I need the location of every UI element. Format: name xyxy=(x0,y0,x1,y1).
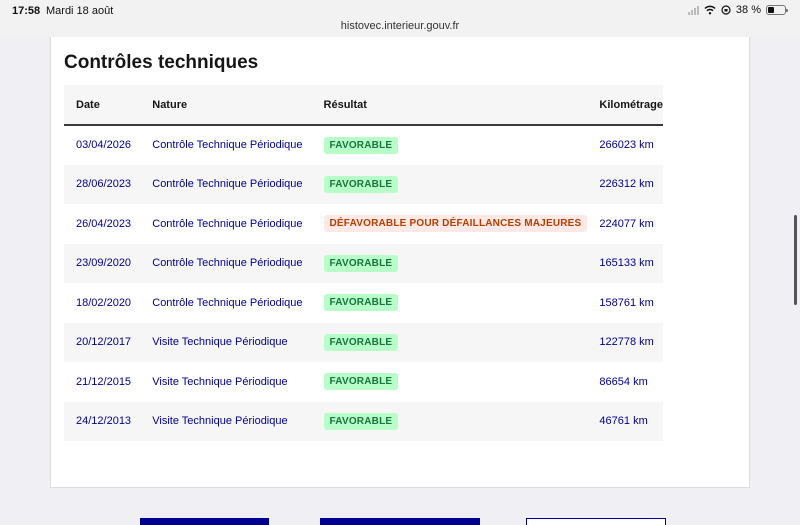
row-result: FAVORABLE xyxy=(312,283,588,323)
status-badge: DÉFAVORABLE POUR DÉFAILLANCES MAJEURES xyxy=(323,215,588,233)
primary-button-2[interactable] xyxy=(320,518,480,525)
status-date: Mardi 18 août xyxy=(46,5,114,17)
row-mileage: 224077 km xyxy=(599,217,654,230)
row-nature: Contrôle Technique Périodique xyxy=(152,139,303,152)
row-mileage: 86654 km xyxy=(599,375,648,388)
header-result: Résultat xyxy=(323,98,367,111)
row-result: FAVORABLE xyxy=(312,125,588,165)
row-nature: Visite Technique Périodique xyxy=(152,415,288,428)
header-date: Date xyxy=(76,98,100,111)
row-result: DÉFAVORABLE POUR DÉFAILLANCES MAJEURES xyxy=(312,204,588,244)
section-title: Contrôles techniques xyxy=(64,52,259,73)
inspections-table: Date Nature Résultat Kilométrage 03/04/2… xyxy=(64,85,663,441)
scrollbar[interactable] xyxy=(794,215,797,305)
row-result: FAVORABLE xyxy=(312,244,588,284)
primary-button-1[interactable] xyxy=(140,518,269,525)
status-badge: FAVORABLE xyxy=(323,175,399,193)
row-nature: Contrôle Technique Périodique xyxy=(152,296,303,309)
signal-icon xyxy=(687,5,699,15)
row-date: 24/12/2013 xyxy=(76,415,132,428)
status-bar: 17:58 Mardi 18 août 38 % xyxy=(0,0,800,22)
row-result: FAVORABLE xyxy=(312,323,588,363)
battery-icon xyxy=(766,5,788,15)
status-indicators: 38 % xyxy=(687,4,788,16)
row-date: 03/04/2026 xyxy=(76,139,132,152)
status-badge: FAVORABLE xyxy=(323,254,399,272)
row-date: 26/04/2023 xyxy=(76,217,132,230)
table-row: 21/12/2015 Visite Technique Périodique FAV… xyxy=(64,362,663,402)
url-text: histovec.interieur.gouv.fr xyxy=(340,20,460,32)
status-badge: FAVORABLE xyxy=(323,136,399,154)
status-badge: FAVORABLE xyxy=(323,412,399,430)
row-result: FAVORABLE xyxy=(312,362,588,402)
table-row: 23/09/2020 Contrôle Technique Périodique F… xyxy=(64,243,663,284)
row-result: FAVORABLE xyxy=(312,165,588,205)
row-nature: Contrôle Technique Périodique xyxy=(152,257,303,270)
status-badge: FAVORABLE xyxy=(323,294,399,312)
row-date: 23/09/2020 xyxy=(76,257,132,270)
row-date: 21/12/2015 xyxy=(76,375,132,388)
page-content: Contrôles techniques Date Nature Résulta… xyxy=(0,37,800,525)
row-nature: Visite Technique Périodique xyxy=(152,336,288,349)
status-time: 17:58 xyxy=(12,5,41,17)
row-mileage: 158761 km xyxy=(599,296,654,309)
row-date: 28/06/2023 xyxy=(76,178,132,191)
row-mileage: 226312 km xyxy=(599,178,654,191)
row-nature: Contrôle Technique Périodique xyxy=(152,217,303,230)
wifi-icon xyxy=(704,5,716,15)
row-mileage: 46761 km xyxy=(599,415,648,428)
table-row: 03/04/2026 Contrôle Technique Périodique F… xyxy=(64,125,663,165)
address-bar[interactable]: histovec.interieur.gouv.fr xyxy=(0,20,800,36)
battery-percent: 38 % xyxy=(735,4,761,16)
status-badge: FAVORABLE xyxy=(323,373,399,391)
table-row: 28/06/2023 Contrôle Technique Périodique F… xyxy=(64,164,663,205)
row-mileage: 122778 km xyxy=(599,336,654,349)
orientation-lock-icon xyxy=(721,5,731,15)
header-mileage: Kilométrage xyxy=(599,98,663,111)
row-result: FAVORABLE xyxy=(312,402,588,442)
table-row: 26/04/2023 Contrôle Technique Périodique D… xyxy=(64,204,663,244)
table-row: 24/12/2013 Visite Technique Périodique FAV… xyxy=(64,401,663,442)
row-mileage: 165133 km xyxy=(599,257,654,270)
row-nature: Visite Technique Périodique xyxy=(152,375,288,388)
header-nature: Nature xyxy=(152,98,188,111)
table-row: 18/02/2020 Contrôle Technique Périodique F… xyxy=(64,283,663,323)
status-badge: FAVORABLE xyxy=(323,333,399,351)
row-nature: Contrôle Technique Périodique xyxy=(152,178,303,191)
row-mileage: 266023 km xyxy=(599,139,654,152)
table-row: 20/12/2017 Visite Technique Périodique FAV… xyxy=(64,322,663,363)
secondary-button[interactable] xyxy=(526,518,666,525)
row-date: 18/02/2020 xyxy=(76,296,132,309)
technical-inspections-card: Contrôles techniques Date Nature Résulta… xyxy=(50,37,750,488)
table-header-row: Date Nature Résultat Kilométrage xyxy=(64,85,663,125)
row-date: 20/12/2017 xyxy=(76,336,132,349)
